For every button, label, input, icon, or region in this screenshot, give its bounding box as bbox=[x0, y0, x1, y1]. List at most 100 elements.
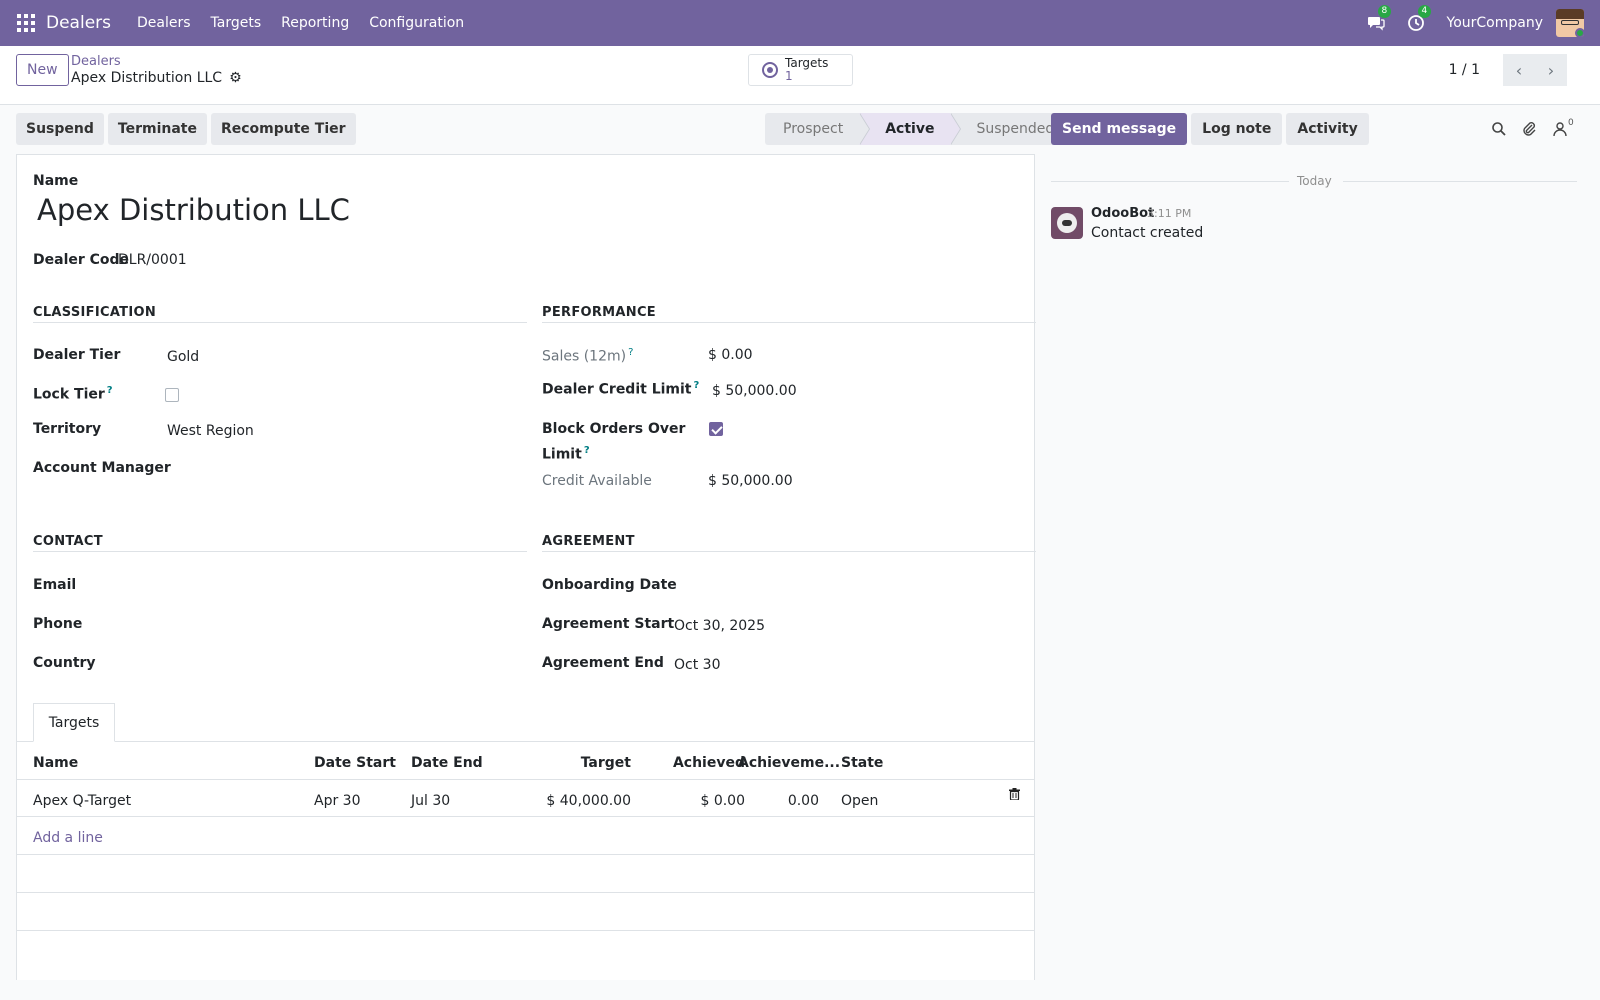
smart-button-count: 1 bbox=[785, 69, 793, 83]
new-button[interactable]: New bbox=[16, 54, 69, 86]
territory-field[interactable]: West Region bbox=[167, 423, 254, 439]
contact-divider bbox=[33, 551, 527, 552]
sales-value: $ 0.00 bbox=[708, 347, 753, 363]
odoobot-avatar[interactable] bbox=[1051, 207, 1083, 239]
menu-configuration[interactable]: Configuration bbox=[359, 15, 474, 31]
classification-section-title: Classification bbox=[33, 305, 157, 320]
territory-label: Territory bbox=[33, 421, 102, 437]
control-panel: New Dealers Apex Distribution LLC ⚙ Targ… bbox=[0, 46, 1600, 105]
gear-icon[interactable]: ⚙ bbox=[229, 70, 242, 86]
header-divider bbox=[17, 779, 1034, 780]
performance-divider bbox=[542, 322, 1036, 323]
column-date-start[interactable]: Date Start bbox=[314, 755, 396, 771]
tab-divider bbox=[17, 741, 1034, 742]
help-icon[interactable]: ? bbox=[107, 385, 113, 396]
target-row-achievement[interactable]: 0.00 bbox=[738, 793, 819, 809]
followers-count: 0 bbox=[1568, 118, 1574, 128]
paperclip-icon[interactable] bbox=[1521, 121, 1537, 137]
online-status-icon bbox=[1575, 28, 1584, 37]
column-name[interactable]: Name bbox=[33, 755, 78, 771]
targets-smart-button[interactable]: Targets 1 bbox=[748, 54, 853, 86]
terminate-button[interactable]: Terminate bbox=[107, 113, 207, 145]
activity-badge: 4 bbox=[1417, 5, 1432, 18]
date-divider-right bbox=[1343, 181, 1577, 182]
column-date-end[interactable]: Date End bbox=[411, 755, 483, 771]
tab-targets[interactable]: Targets bbox=[33, 703, 115, 742]
date-separator: Today bbox=[1297, 174, 1332, 188]
agreement-end-field[interactable]: Oct 30 bbox=[674, 657, 720, 673]
trash-icon[interactable] bbox=[1009, 788, 1020, 800]
add-line-link[interactable]: Add a line bbox=[33, 830, 103, 846]
menu-reporting[interactable]: Reporting bbox=[271, 15, 359, 31]
column-state[interactable]: State bbox=[841, 755, 883, 771]
target-row-start[interactable]: Apr 30 bbox=[314, 793, 360, 809]
breadcrumb-dealers[interactable]: Dealers bbox=[71, 54, 121, 69]
help-icon[interactable]: ? bbox=[584, 445, 590, 456]
target-row-target[interactable]: $ 40,000.00 bbox=[527, 793, 631, 809]
activity-button[interactable]: Activity bbox=[1286, 113, 1369, 145]
target-row-achieved[interactable]: $ 0.00 bbox=[643, 793, 745, 809]
column-target[interactable]: Target bbox=[527, 755, 631, 771]
performance-section-title: Performance bbox=[542, 305, 656, 320]
app-brand[interactable]: Dealers bbox=[46, 13, 111, 33]
log-note-button[interactable]: Log note bbox=[1191, 113, 1283, 145]
credit-limit-field[interactable]: $ 50,000.00 bbox=[712, 383, 797, 399]
email-label: Email bbox=[33, 577, 77, 593]
dealer-tier-field[interactable]: Gold bbox=[167, 349, 199, 365]
row-divider bbox=[17, 854, 1034, 855]
chevron-right-icon: › bbox=[1547, 60, 1555, 80]
lock-tier-label: Lock Tier? bbox=[33, 385, 113, 403]
account-manager-label: Account Manager bbox=[33, 460, 171, 476]
company-switcher[interactable]: YourCompany bbox=[1447, 15, 1544, 31]
dealer-code-value: DLR/0001 bbox=[118, 252, 187, 268]
country-label: Country bbox=[33, 655, 96, 671]
stage-prospect[interactable]: Prospect bbox=[765, 113, 871, 145]
pager-value[interactable]: 1 / 1 bbox=[1449, 62, 1480, 78]
dealer-name-field[interactable]: Apex Distribution LLC bbox=[37, 193, 350, 227]
suspend-button[interactable]: Suspend bbox=[16, 113, 104, 145]
form-sheet: Name Apex Distribution LLC Dealer Code D… bbox=[16, 154, 1036, 980]
agreement-end-label: Agreement End bbox=[542, 655, 664, 671]
top-navbar: Dealers Dealers Targets Reporting Config… bbox=[0, 0, 1600, 46]
message-body: Contact created bbox=[1091, 225, 1204, 241]
status-bar: Prospect Active Suspended bbox=[765, 113, 1073, 145]
contact-section-title: Contact bbox=[33, 534, 103, 549]
stage-active[interactable]: Active bbox=[859, 113, 962, 145]
apps-menu-icon[interactable] bbox=[17, 14, 35, 32]
messaging-icon[interactable]: 8 bbox=[1367, 5, 1392, 32]
target-row-end[interactable]: Jul 30 bbox=[411, 793, 450, 809]
date-divider-left bbox=[1051, 181, 1289, 182]
column-achievement[interactable]: Achieveme... bbox=[738, 755, 840, 771]
chevron-left-icon: ‹ bbox=[1515, 60, 1523, 80]
followers-icon[interactable] bbox=[1552, 121, 1568, 137]
user-avatar[interactable] bbox=[1556, 9, 1584, 37]
block-orders-checkbox[interactable] bbox=[709, 422, 723, 436]
credit-available-value: $ 50,000.00 bbox=[708, 473, 793, 489]
breadcrumb-current: Apex Distribution LLC ⚙ bbox=[71, 70, 242, 86]
breadcrumb-current-label: Apex Distribution LLC bbox=[71, 70, 223, 86]
help-icon[interactable]: ? bbox=[628, 347, 633, 358]
search-icon[interactable] bbox=[1491, 121, 1507, 137]
sales-label: Sales (12m)? bbox=[542, 347, 634, 365]
agreement-start-field[interactable]: Oct 30, 2025 bbox=[674, 618, 765, 634]
dealer-tier-label: Dealer Tier bbox=[33, 347, 121, 363]
messages-badge: 8 bbox=[1377, 5, 1392, 18]
agreement-start-label: Agreement Start bbox=[542, 616, 675, 632]
agreement-section-title: Agreement bbox=[542, 534, 635, 549]
credit-available-label: Credit Available bbox=[542, 473, 652, 489]
menu-targets[interactable]: Targets bbox=[201, 15, 272, 31]
next-record-button[interactable]: › bbox=[1535, 54, 1567, 86]
classification-divider bbox=[33, 322, 527, 323]
column-achieved[interactable]: Achieved bbox=[643, 755, 745, 771]
lock-tier-checkbox[interactable] bbox=[165, 388, 179, 402]
previous-record-button[interactable]: ‹ bbox=[1503, 54, 1535, 86]
recompute-tier-button[interactable]: Recompute Tier bbox=[210, 113, 356, 145]
activity-clock-icon[interactable]: 4 bbox=[1407, 5, 1432, 32]
send-message-button[interactable]: Send message bbox=[1051, 113, 1188, 145]
target-row-name[interactable]: Apex Q-Target bbox=[33, 793, 131, 809]
form-action-buttons: Suspend Terminate Recompute Tier bbox=[16, 113, 360, 145]
help-icon[interactable]: ? bbox=[694, 380, 700, 391]
menu-dealers[interactable]: Dealers bbox=[127, 15, 201, 31]
message-author[interactable]: OdooBot bbox=[1091, 206, 1154, 221]
target-row-state[interactable]: Open bbox=[841, 793, 878, 809]
